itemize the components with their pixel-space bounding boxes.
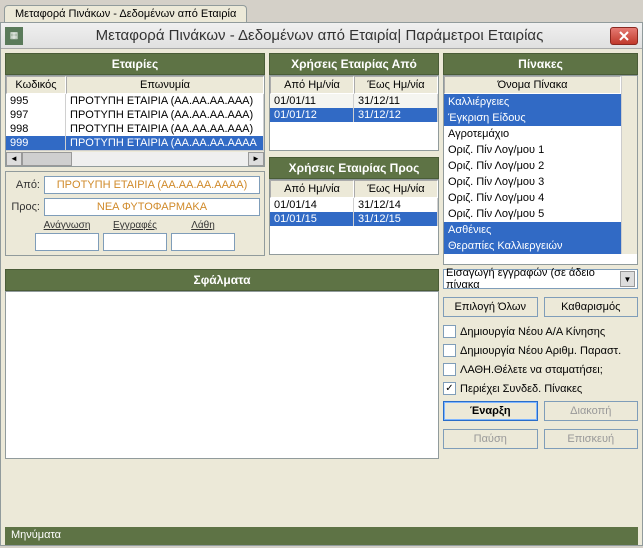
- chk-new-doc[interactable]: Δημιουργία Νέου Αριθμ. Παραστ.: [443, 344, 638, 357]
- checkbox-icon: [443, 363, 456, 376]
- tables-vscroll[interactable]: [621, 76, 637, 254]
- insert-mode-text: Εισαγωγή εγγραφών (σε άδειο πίνακα: [446, 267, 620, 291]
- company-code: 995: [6, 94, 66, 108]
- table-item[interactable]: Καλλιέργειες: [444, 94, 621, 110]
- errors-label: Λάθη: [171, 220, 235, 231]
- uses-to-row[interactable]: 01/01/1431/12/14: [270, 198, 438, 212]
- window-tab[interactable]: Μεταφορά Πινάκων - Δεδομένων από Εταιρία: [4, 5, 247, 22]
- chevron-down-icon: ▼: [620, 271, 635, 287]
- stop-button[interactable]: Διακοπή: [544, 401, 639, 421]
- table-item[interactable]: Ασθένιες: [444, 222, 621, 238]
- company-row[interactable]: 995ΠΡΟΤΥΠΗ ΕΤΑΙΡΙΑ (ΑΑ.ΑΑ.ΑΑ.ΑΑΑ): [6, 94, 264, 108]
- date-from: 01/01/12: [270, 108, 354, 122]
- uses-from-row[interactable]: 01/01/1231/12/12: [270, 108, 438, 122]
- scroll-right-icon[interactable]: ►: [248, 152, 264, 166]
- checkbox-icon: [443, 382, 456, 395]
- tables-col[interactable]: Όνομα Πίνακα: [444, 76, 621, 94]
- uses-to-grid[interactable]: Από Ημ/νία Έως Ημ/νία 01/01/1431/12/1401…: [269, 179, 439, 255]
- chk-new-aa-label: Δημιουργία Νέου Α/Α Κίνησης: [460, 326, 605, 338]
- date-to: 31/12/12: [354, 108, 438, 122]
- select-all-button[interactable]: Επιλογή Όλων: [443, 297, 538, 317]
- company-code: 997: [6, 108, 66, 122]
- uf-col-from[interactable]: Από Ημ/νία: [270, 76, 354, 94]
- company-name: ΠΡΟΤΥΠΗ ΕΤΑΙΡΙΑ (ΑΑ.ΑΑ.ΑΑ.ΑΑΑ): [66, 108, 264, 122]
- checkbox-icon: [443, 325, 456, 338]
- date-to: 31/12/11: [354, 94, 438, 108]
- app-icon: ▦: [5, 27, 23, 45]
- from-label: Από:: [10, 179, 44, 191]
- table-item[interactable]: Έγκριση Είδους: [444, 110, 621, 126]
- col-name[interactable]: Επωνυμία: [66, 76, 264, 94]
- date-to: 31/12/15: [354, 212, 438, 226]
- checkbox-icon: [443, 344, 456, 357]
- uses-from-row[interactable]: 01/01/1131/12/11: [270, 94, 438, 108]
- to-label: Προς:: [10, 201, 44, 213]
- table-item[interactable]: Οριζ. Πίν Λογ/μου 2: [444, 158, 621, 174]
- writes-field: [103, 233, 167, 251]
- chk-stop-err-label: ΛΑΘΗ.Θέλετε να σταματήσει;: [460, 364, 603, 376]
- companies-grid[interactable]: Κωδικός Επωνυμία 995ΠΡΟΤΥΠΗ ΕΤΑΙΡΙΑ (ΑΑ.…: [5, 75, 265, 167]
- pause-button[interactable]: Παύση: [443, 429, 538, 449]
- writes-label: Εγγραφές: [103, 220, 167, 231]
- company-row[interactable]: 998ΠΡΟΤΥΠΗ ΕΤΑΙΡΙΑ (ΑΑ.ΑΑ.ΑΑ.ΑΑΑ): [6, 122, 264, 136]
- ut-col-from[interactable]: Από Ημ/νία: [270, 180, 354, 198]
- source-box: Από: ΠΡΟΤΥΠΗ ΕΤΑΙΡΙΑ (ΑΑ.ΑΑ.ΑΑ.ΑΑΑΑ) Προ…: [5, 171, 265, 256]
- chk-new-doc-label: Δημιουργία Νέου Αριθμ. Παραστ.: [460, 345, 621, 357]
- company-name: ΠΡΟΤΥΠΗ ΕΤΑΙΡΙΑ (ΑΑ.ΑΑ.ΑΑ.ΑΑΑΑ: [66, 136, 264, 150]
- uses-from-grid[interactable]: Από Ημ/νία Έως Ημ/νία 01/01/1131/12/1101…: [269, 75, 439, 151]
- date-from: 01/01/11: [270, 94, 354, 108]
- main-window: ▦ Μεταφορά Πινάκων - Δεδομένων από Εταιρ…: [0, 22, 643, 546]
- company-row[interactable]: 997ΠΡΟΤΥΠΗ ΕΤΑΙΡΙΑ (ΑΑ.ΑΑ.ΑΑ.ΑΑΑ): [6, 108, 264, 122]
- messages-bar: Μηνύματα: [5, 527, 638, 545]
- table-item[interactable]: Οριζ. Πίν Λογ/μου 1: [444, 142, 621, 158]
- ut-col-to[interactable]: Έως Ημ/νία: [354, 180, 438, 198]
- clear-button[interactable]: Καθαρισμός: [544, 297, 639, 317]
- table-item[interactable]: Αγροτεμάχιο: [444, 126, 621, 142]
- uf-col-to[interactable]: Έως Ημ/νία: [354, 76, 438, 94]
- scroll-thumb[interactable]: [22, 152, 72, 166]
- from-value: ΠΡΟΤΥΠΗ ΕΤΑΙΡΙΑ (ΑΑ.ΑΑ.ΑΑ.ΑΑΑΑ): [44, 176, 260, 194]
- uses-to-head: Χρήσεις Εταιρίας Προς: [269, 157, 439, 179]
- chk-linked-label: Περιέχει Συνδεδ. Πίνακες: [460, 383, 582, 395]
- companies-head: Εταιρίες: [5, 53, 265, 75]
- company-code: 999: [6, 136, 66, 150]
- date-to: 31/12/14: [354, 198, 438, 212]
- start-button[interactable]: Έναρξη: [443, 401, 538, 421]
- company-row[interactable]: 999ΠΡΟΤΥΠΗ ΕΤΑΙΡΙΑ (ΑΑ.ΑΑ.ΑΑ.ΑΑΑΑ: [6, 136, 264, 150]
- window-title: Μεταφορά Πινάκων - Δεδομένων από Εταιρία…: [29, 27, 610, 44]
- to-value: ΝΕΑ ΦΥΤΟΦΑΡΜΑΚΑ: [44, 198, 260, 216]
- uses-to-row[interactable]: 01/01/1531/12/15: [270, 212, 438, 226]
- company-code: 998: [6, 122, 66, 136]
- title-bar: ▦ Μεταφορά Πινάκων - Δεδομένων από Εταιρ…: [1, 23, 642, 49]
- errors-head: Σφάλματα: [5, 269, 439, 291]
- read-field: [35, 233, 99, 251]
- table-item[interactable]: Οριζ. Πίν Λογ/μου 5: [444, 206, 621, 222]
- table-item[interactable]: Οριζ. Πίν Λογ/μου 4: [444, 190, 621, 206]
- errors-body: [5, 291, 439, 459]
- date-from: 01/01/15: [270, 212, 354, 226]
- company-name: ΠΡΟΤΥΠΗ ΕΤΑΙΡΙΑ (ΑΑ.ΑΑ.ΑΑ.ΑΑΑ): [66, 94, 264, 108]
- table-item[interactable]: Θεραπίες Καλλιεργειών: [444, 238, 621, 254]
- tables-head: Πίνακες: [443, 53, 638, 75]
- read-label: Ανάγνωση: [35, 220, 99, 231]
- table-item[interactable]: Οριζ. Πίν Λογ/μου 3: [444, 174, 621, 190]
- col-code[interactable]: Κωδικός: [6, 76, 66, 94]
- chk-linked[interactable]: Περιέχει Συνδεδ. Πίνακες: [443, 382, 638, 395]
- scroll-left-icon[interactable]: ◄: [6, 152, 22, 166]
- chk-stop-err[interactable]: ΛΑΘΗ.Θέλετε να σταματήσει;: [443, 363, 638, 376]
- insert-mode-combo[interactable]: Εισαγωγή εγγραφών (σε άδειο πίνακα ▼: [443, 269, 638, 289]
- company-name: ΠΡΟΤΥΠΗ ΕΤΑΙΡΙΑ (ΑΑ.ΑΑ.ΑΑ.ΑΑΑ): [66, 122, 264, 136]
- close-button[interactable]: [610, 27, 638, 45]
- companies-hscroll[interactable]: ◄ ►: [6, 150, 264, 166]
- tables-grid[interactable]: Όνομα Πίνακα ΚαλλιέργειεςΈγκριση ΕίδουςΑ…: [443, 75, 638, 265]
- repair-button[interactable]: Επισκευή: [544, 429, 639, 449]
- close-icon: [619, 31, 629, 41]
- uses-from-head: Χρήσεις Εταιρίας Από: [269, 53, 439, 75]
- errors-field: [171, 233, 235, 251]
- chk-new-aa[interactable]: Δημιουργία Νέου Α/Α Κίνησης: [443, 325, 638, 338]
- date-from: 01/01/14: [270, 198, 354, 212]
